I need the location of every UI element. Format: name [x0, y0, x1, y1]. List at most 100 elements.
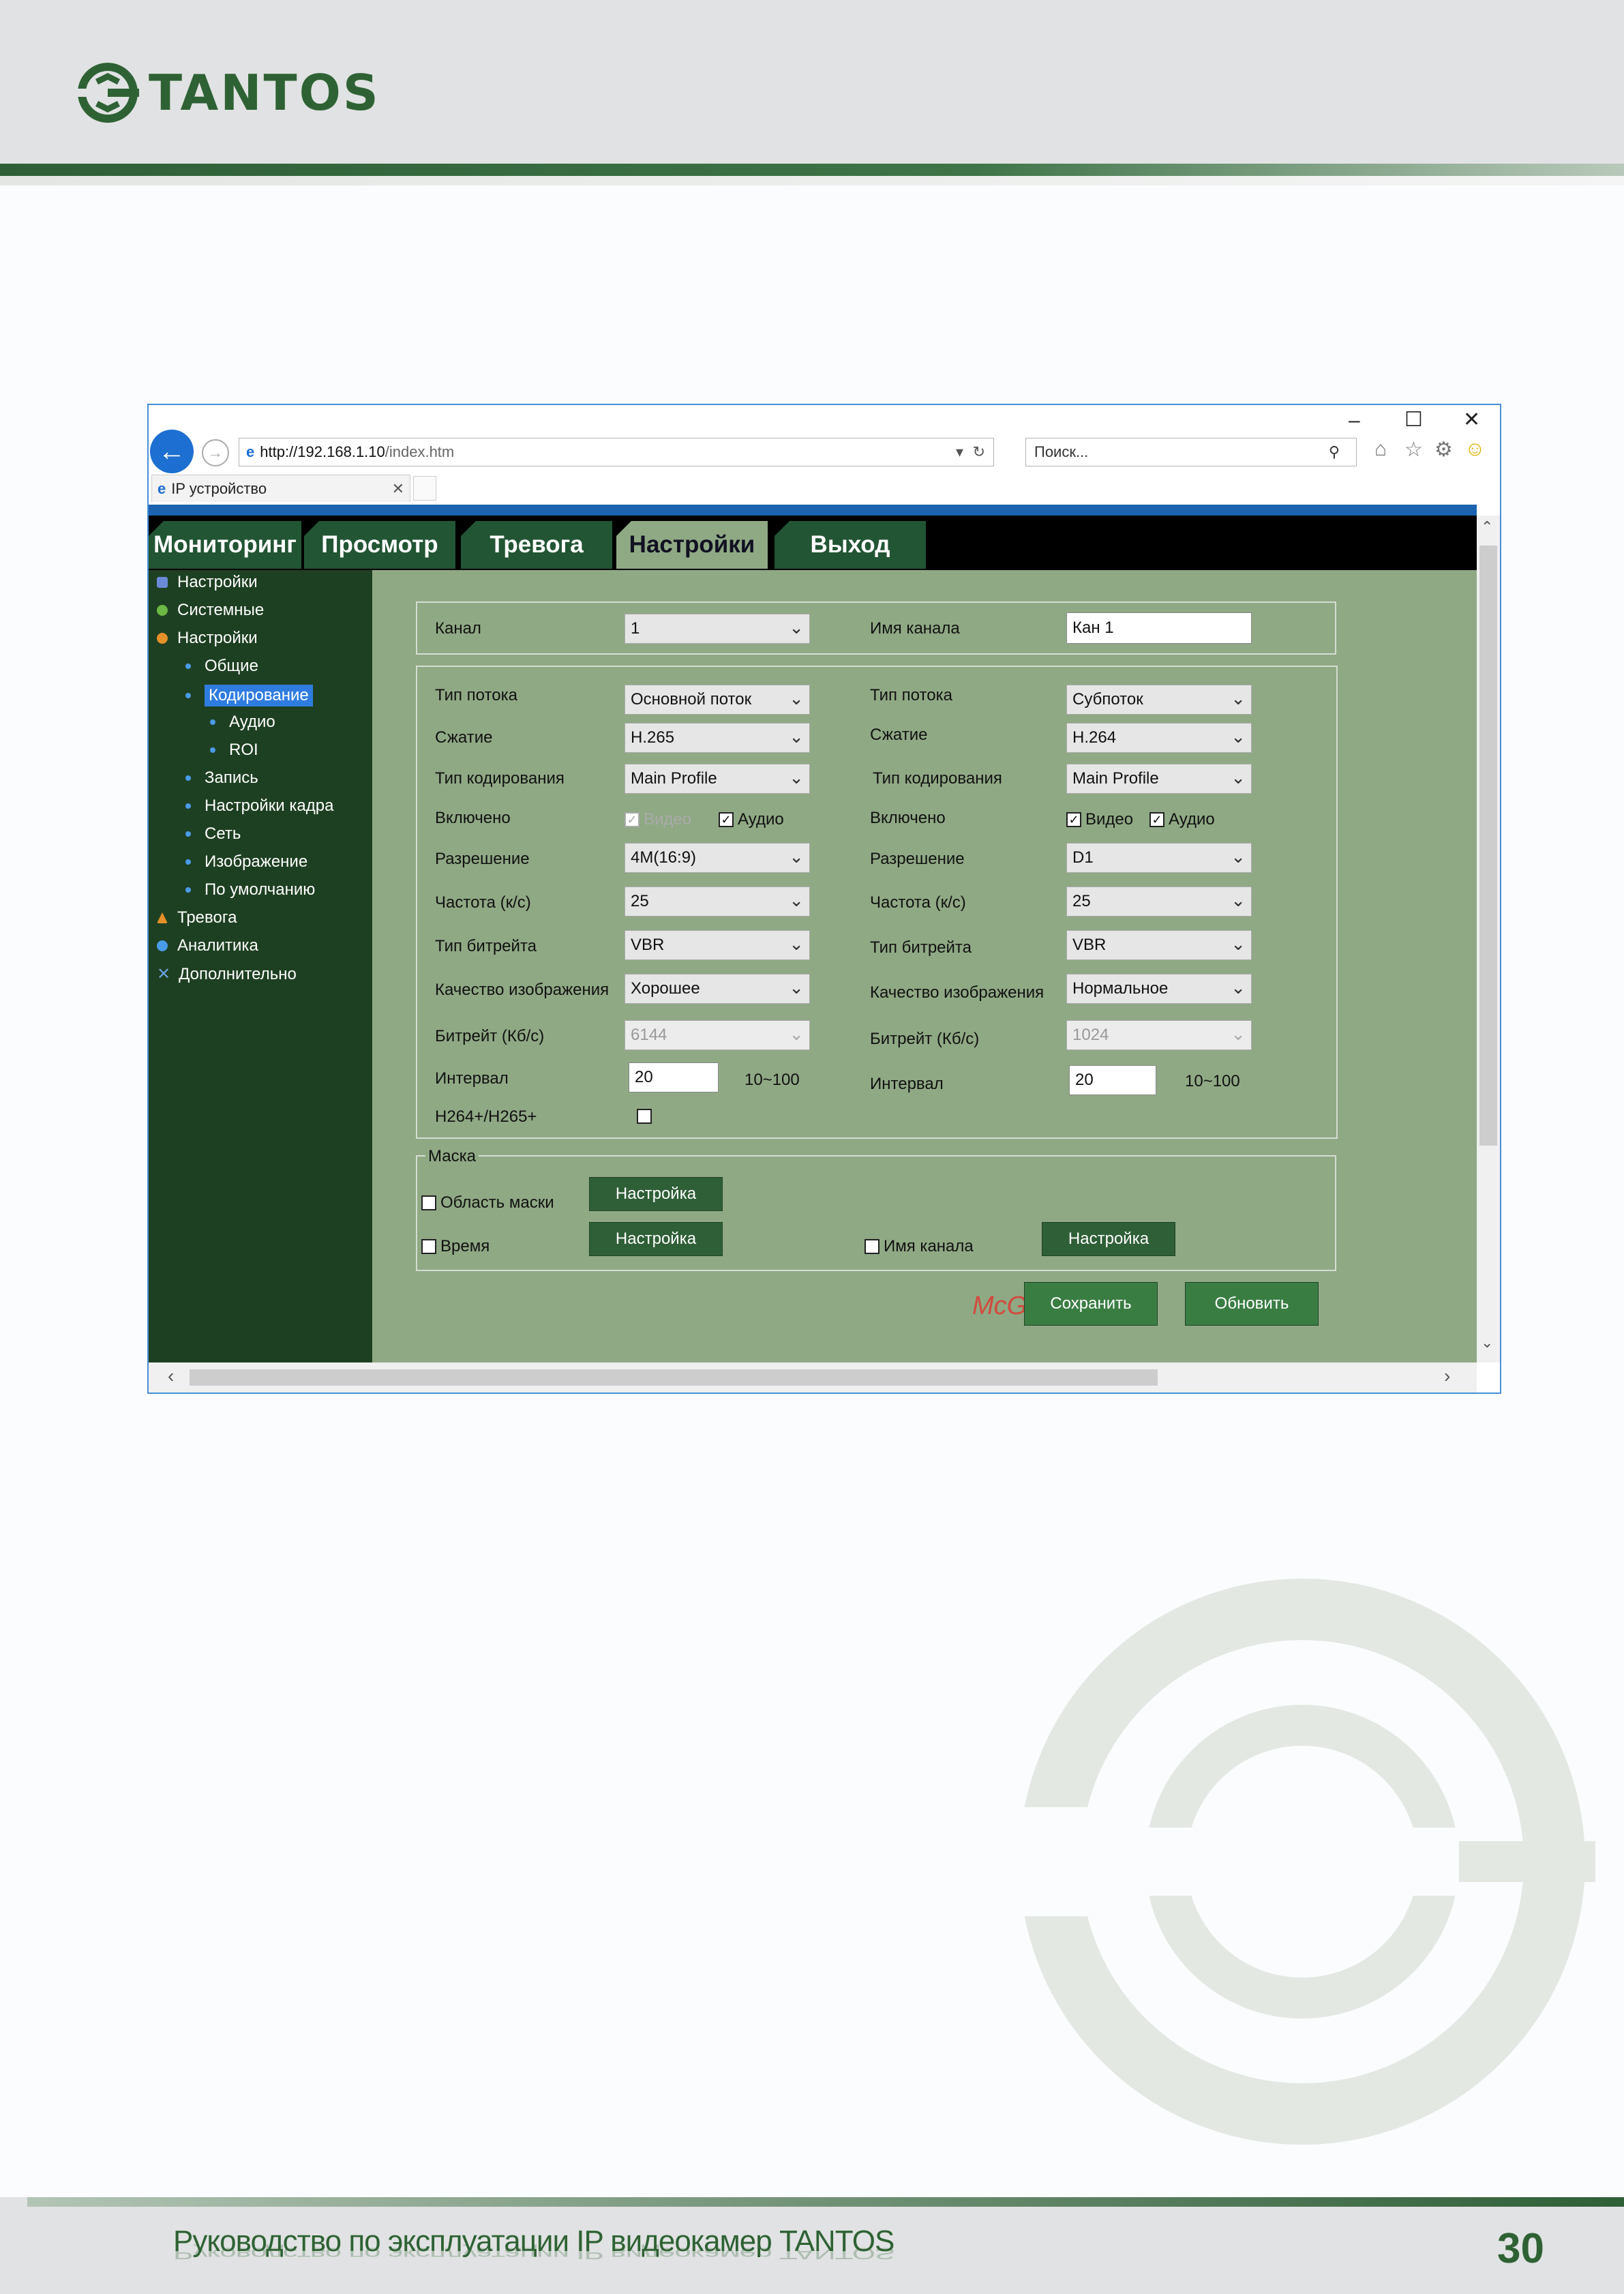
- tab-alarm[interactable]: Тревога: [461, 521, 612, 569]
- sidebar-item-general[interactable]: Общие: [185, 657, 258, 676]
- checkbox-checked-icon: ✓: [719, 812, 734, 827]
- browser-window: – ☐ ✕ ← → e http://192.168.1.10/index.ht…: [147, 404, 1501, 1394]
- close-tab-icon[interactable]: ✕: [392, 480, 404, 498]
- sub-res-select[interactable]: D1 ⌄: [1066, 843, 1252, 873]
- refresh-button[interactable]: Обновить: [1185, 1282, 1319, 1326]
- chevron-down-icon: ⌄: [789, 846, 804, 867]
- checkbox-icon: [637, 1109, 652, 1124]
- sidebar-item-roi[interactable]: ROI: [210, 741, 258, 760]
- horizontal-scrollbar[interactable]: ‹ ›: [149, 1362, 1477, 1392]
- ie-icon: e: [246, 443, 255, 460]
- mask-chname-setup-button[interactable]: Настройка: [1042, 1222, 1175, 1256]
- sub-profile-select[interactable]: Main Profile ⌄: [1066, 764, 1252, 794]
- sidebar-item-network[interactable]: Сеть: [185, 824, 241, 844]
- vertical-scroll-thumb[interactable]: [1479, 546, 1497, 1146]
- mask-time-checkbox[interactable]: Время: [421, 1237, 490, 1256]
- gear-icon[interactable]: ⚙: [1434, 438, 1453, 462]
- sub-bitrate-select[interactable]: 1024 ⌄: [1066, 1020, 1252, 1050]
- main-fps-select[interactable]: 25 ⌄: [625, 887, 810, 917]
- tab-exit[interactable]: Выход: [775, 521, 926, 569]
- main-video-checkbox[interactable]: ✓ Видео: [625, 810, 691, 829]
- sub-interval-label: Интервал: [870, 1075, 944, 1093]
- chevron-down-icon[interactable]: ⌄: [1481, 1334, 1493, 1352]
- sub-interval-input[interactable]: 20: [1069, 1065, 1156, 1095]
- settings-content: Канал 1 ⌄ Имя канала Кан 1 Тип потока Осн…: [372, 570, 1477, 1362]
- minimize-button[interactable]: –: [1349, 409, 1360, 432]
- horizontal-scroll-thumb[interactable]: [190, 1369, 1158, 1386]
- bullet-icon: [210, 747, 215, 753]
- search-icon[interactable]: ⚲: [1329, 443, 1340, 461]
- main-audio-checkbox[interactable]: ✓ Аудио: [719, 810, 784, 829]
- sub-video-checkbox[interactable]: ✓ Видео: [1066, 810, 1133, 829]
- chevron-up-icon[interactable]: ⌃: [1481, 518, 1493, 536]
- main-video-label: Видео: [644, 810, 692, 829]
- sidebar-item-image[interactable]: Изображение: [185, 852, 307, 872]
- sidebar-item-settings[interactable]: Настройки: [157, 573, 258, 592]
- main-quality-select[interactable]: Хорошее ⌄: [625, 974, 810, 1004]
- sidebar-item-config[interactable]: Настройки: [157, 629, 258, 648]
- main-type-label: Тип потока: [435, 686, 517, 704]
- forward-button[interactable]: →: [202, 439, 229, 466]
- sidebar-item-record[interactable]: Запись: [185, 769, 258, 788]
- mask-time-setup-button[interactable]: Настройка: [589, 1222, 723, 1256]
- sidebar-item-system[interactable]: Системные: [157, 601, 264, 620]
- sidebar-item-extra[interactable]: ✕ Дополнительно: [157, 964, 297, 984]
- chevron-down-icon: ⌄: [789, 890, 804, 910]
- save-button[interactable]: Сохранить: [1024, 1282, 1158, 1326]
- chevron-down-icon: ⌄: [1231, 890, 1246, 910]
- tab-playback[interactable]: Просмотр: [304, 521, 455, 569]
- sidebar-item-alarm[interactable]: Тревога: [157, 908, 237, 927]
- mask-time-label: Время: [440, 1237, 490, 1255]
- home-icon[interactable]: ⌂: [1374, 438, 1387, 461]
- back-button[interactable]: ←: [150, 430, 194, 473]
- mask-area-checkbox[interactable]: Область маски: [421, 1193, 554, 1212]
- chevron-left-icon[interactable]: ‹: [168, 1365, 174, 1387]
- sidebar-label: Настройки: [177, 629, 258, 647]
- sidebar-item-frame[interactable]: Настройки кадра: [185, 796, 333, 816]
- sidebar-item-audio[interactable]: Аудио: [210, 713, 275, 732]
- smiley-icon[interactable]: ☺: [1464, 438, 1486, 461]
- sub-fps-select[interactable]: 25 ⌄: [1066, 887, 1252, 917]
- settings-icon: [157, 577, 168, 588]
- tab-settings[interactable]: Настройки: [616, 521, 768, 569]
- sub-bitrate-type-select[interactable]: VBR ⌄: [1066, 930, 1252, 960]
- address-bar[interactable]: e http://192.168.1.10/index.htm ▾ ↻: [239, 438, 994, 466]
- chevron-right-icon[interactable]: ›: [1444, 1365, 1450, 1387]
- dropdown-icon[interactable]: ▾: [956, 443, 963, 461]
- mask-chname-checkbox[interactable]: Имя канала: [864, 1237, 974, 1256]
- refresh-icon[interactable]: ↻: [973, 443, 985, 461]
- sidebar-label: Запись: [205, 769, 258, 787]
- vertical-scrollbar[interactable]: ⌃ ⌄: [1477, 516, 1500, 1362]
- maximize-button[interactable]: ☐: [1404, 408, 1423, 432]
- tab-title: IP устройство: [171, 479, 267, 497]
- main-res-select[interactable]: 4M(16:9) ⌄: [625, 843, 810, 873]
- main-interval-input[interactable]: 20: [629, 1062, 719, 1092]
- sub-audio-checkbox[interactable]: ✓ Аудио: [1149, 810, 1215, 829]
- main-profile-select[interactable]: Main Profile ⌄: [625, 764, 810, 794]
- sidebar-item-encoding[interactable]: Кодирование: [185, 685, 313, 706]
- main-compress-select[interactable]: H.265 ⌄: [625, 723, 810, 753]
- search-input[interactable]: Поиск... ⚲: [1025, 438, 1357, 466]
- favorites-star-icon[interactable]: ☆: [1404, 438, 1423, 462]
- sub-quality-select[interactable]: Нормальное ⌄: [1066, 974, 1252, 1004]
- main-bitrate-type-select[interactable]: VBR ⌄: [625, 930, 810, 960]
- sub-type-select[interactable]: Субпоток ⌄: [1066, 685, 1252, 715]
- close-button[interactable]: ✕: [1463, 408, 1480, 432]
- channel-select[interactable]: 1 ⌄: [625, 614, 810, 644]
- main-bitrate-select[interactable]: 6144 ⌄: [625, 1020, 810, 1050]
- page-number: 30: [1497, 2225, 1544, 2272]
- sub-compress-value: H.264: [1072, 728, 1117, 747]
- main-type-select[interactable]: Основной поток ⌄: [625, 685, 810, 715]
- new-tab-button[interactable]: [413, 476, 436, 501]
- sub-compress-select[interactable]: H.264 ⌄: [1066, 723, 1252, 753]
- channel-name-input[interactable]: Кан 1: [1066, 612, 1252, 644]
- sidebar-item-default[interactable]: По умолчанию: [185, 880, 315, 899]
- checkbox-checked-icon: ✓: [1066, 812, 1081, 827]
- tab-monitoring[interactable]: Мониторинг: [149, 521, 301, 569]
- sidebar-item-analytics[interactable]: Аналитика: [157, 936, 258, 955]
- browser-tab[interactable]: e IP устройство ✕: [151, 475, 410, 502]
- main-res-value: 4M(16:9): [631, 848, 697, 867]
- sidebar-label: Тревога: [177, 908, 237, 927]
- mask-area-setup-button[interactable]: Настройка: [589, 1177, 723, 1211]
- plus-checkbox[interactable]: [637, 1109, 656, 1124]
